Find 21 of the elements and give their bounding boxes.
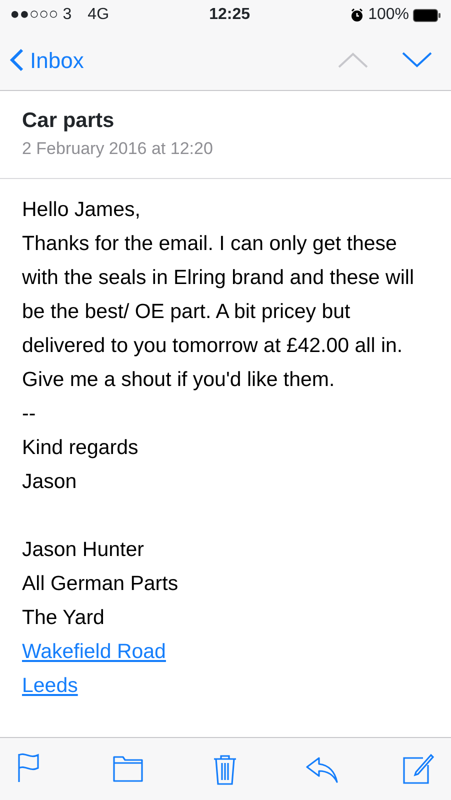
body-text: Thanks for the email. I can only get these with the seals in Elring brand and these will be the best/ OE part. A bit pricey but delivered to you tomorrow at £42.00 all in. Give me a shout if you'd like them.	[22, 232, 414, 391]
back-button[interactable]: Inbox	[10, 44, 84, 76]
email-subject: Car parts	[22, 108, 116, 134]
battery-percent: 100%	[368, 5, 409, 25]
address-link[interactable]: Leeds	[22, 674, 78, 697]
battery-icon	[412, 8, 441, 22]
email-date: 2 February 2016 at 12:20	[22, 138, 214, 160]
body-text: Hello James,	[22, 198, 140, 221]
network-type: 4G	[88, 5, 110, 25]
address-link[interactable]: Wakefield Road	[22, 640, 166, 663]
alarm-icon	[350, 8, 364, 22]
body-text: Jason	[22, 470, 77, 493]
status-time: 12:25	[209, 5, 250, 25]
body-text: The Yard	[22, 606, 104, 629]
carrier-signal: ●●○○○ 3	[10, 5, 72, 25]
compose-icon	[401, 752, 435, 786]
body-text: All German Parts	[22, 572, 178, 595]
body-text: Kind regards	[22, 436, 138, 459]
body-text: Jason Hunter	[22, 538, 144, 561]
back-chevron-icon	[10, 48, 24, 72]
body-text: --	[22, 402, 36, 425]
